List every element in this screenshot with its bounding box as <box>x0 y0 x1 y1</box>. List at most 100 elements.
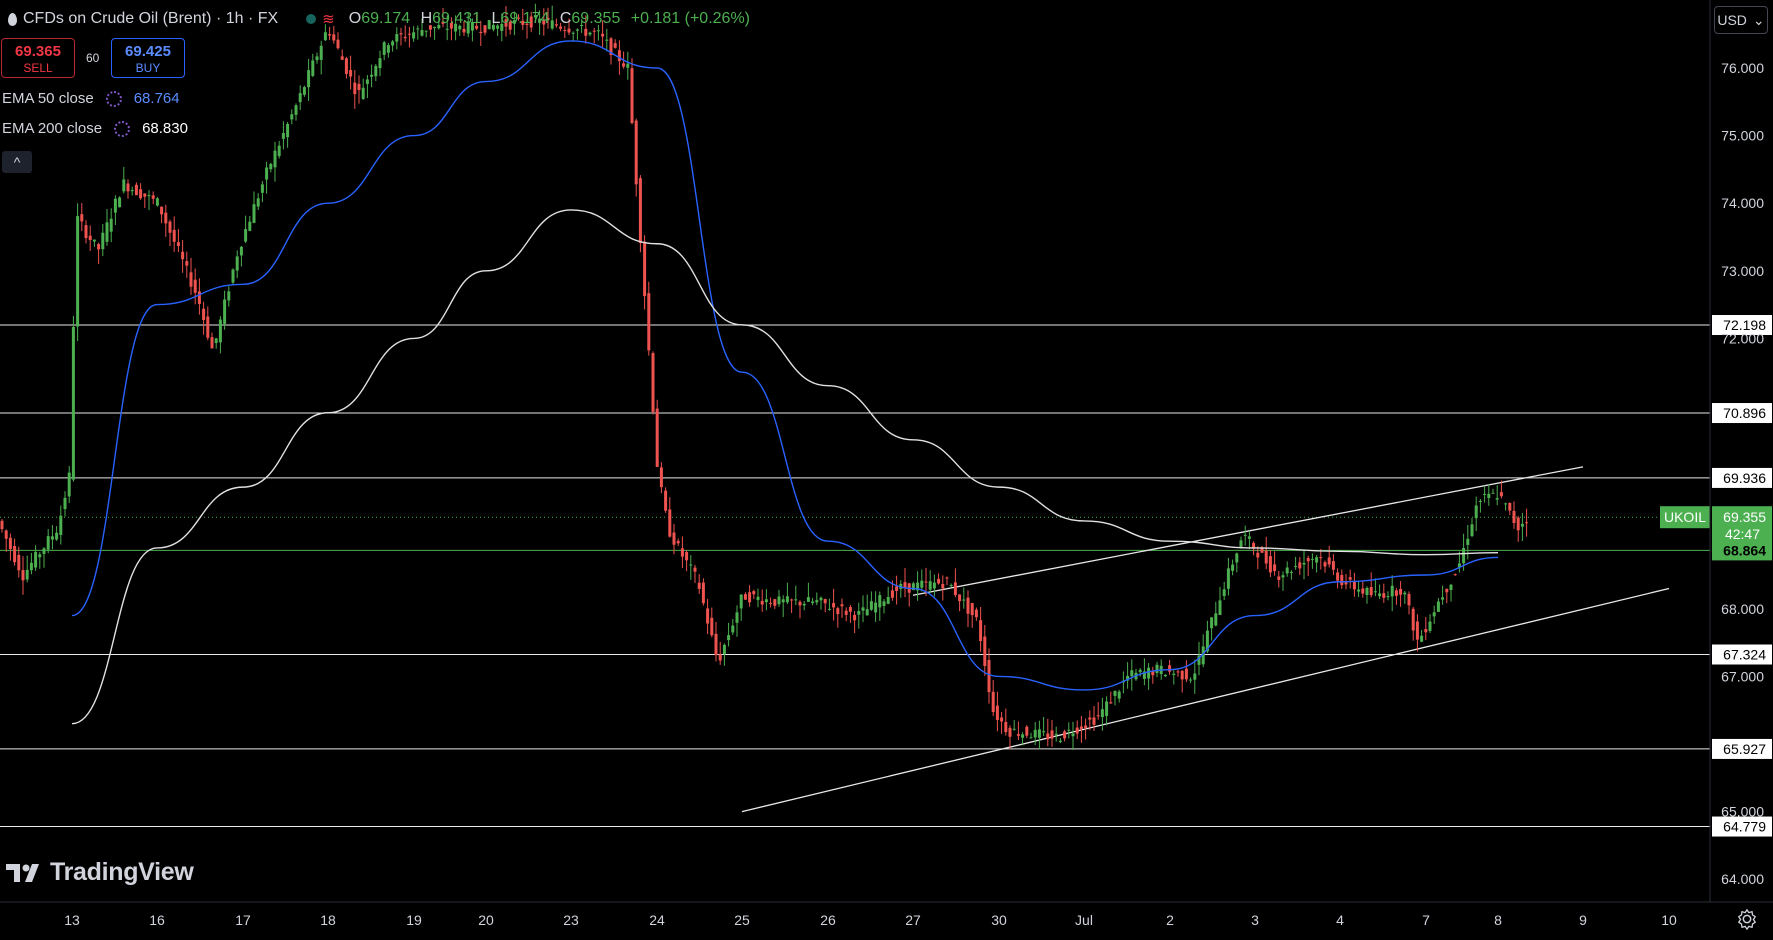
candle <box>1411 606 1415 641</box>
candle-body <box>638 178 642 244</box>
candle <box>118 196 122 208</box>
candle <box>1483 485 1487 503</box>
candle <box>949 583 953 588</box>
candle-body <box>4 530 8 539</box>
candle <box>706 598 710 635</box>
candle <box>1163 674 1167 677</box>
candle-body <box>806 597 810 602</box>
candle <box>197 278 201 315</box>
ema50-value: 68.764 <box>133 90 180 107</box>
currency-selector[interactable]: USD ⌄ <box>1714 6 1768 34</box>
candle <box>336 32 340 50</box>
candle-body <box>235 256 239 271</box>
candle-body <box>319 45 323 60</box>
candle-body <box>895 586 899 592</box>
x-tick-label: 4 <box>1336 912 1344 928</box>
symbol-title[interactable]: CFDs on Crude Oil (Brent) · 1h · FX <box>23 10 278 28</box>
candle-body <box>676 540 680 544</box>
candle-body <box>865 609 869 616</box>
collapse-legend-button[interactable]: ^ <box>2 151 32 173</box>
candle-body <box>155 198 159 206</box>
candle <box>273 141 277 182</box>
candle-body <box>777 596 781 605</box>
candle-body <box>819 597 823 601</box>
candle <box>185 251 189 278</box>
candle-body <box>953 582 957 596</box>
sell-button[interactable]: 69.365 SELL <box>1 38 75 78</box>
candle <box>764 589 768 611</box>
candle <box>974 607 978 621</box>
candle-body <box>718 654 722 661</box>
candle-body <box>113 198 117 213</box>
candle-body <box>1499 492 1503 497</box>
candle <box>806 582 810 602</box>
candle <box>1470 518 1474 538</box>
candle <box>878 591 882 621</box>
candle <box>773 598 777 609</box>
chevron-down-icon: ⌄ <box>1752 11 1765 28</box>
candle <box>727 622 731 647</box>
candle <box>1457 551 1461 573</box>
candle-body <box>80 214 84 222</box>
candle-body <box>1424 629 1428 633</box>
candle <box>1016 721 1020 740</box>
candle-body <box>403 36 407 39</box>
candle <box>1138 668 1142 677</box>
buy-button[interactable]: 69.425 BUY <box>111 38 185 78</box>
candle-body <box>987 659 991 693</box>
candle-body <box>8 537 12 550</box>
candle-body <box>1222 589 1226 597</box>
candle <box>155 197 159 207</box>
candle <box>1260 545 1264 554</box>
candle <box>189 257 193 295</box>
price-chart[interactable]: 72.19870.89669.93667.32465.92764.779UKOI… <box>0 0 1773 940</box>
candle <box>953 568 957 598</box>
data-flag-icon[interactable]: ≋ <box>322 10 335 28</box>
gear-icon[interactable] <box>1736 908 1758 930</box>
candle <box>1201 634 1205 668</box>
ema50-legend[interactable]: EMA 50 close 68.764 <box>2 90 180 107</box>
candle <box>1390 575 1394 612</box>
candle-body <box>370 74 374 77</box>
candle-body <box>311 60 315 76</box>
candle-body <box>689 564 693 566</box>
candle <box>1105 696 1109 726</box>
candle <box>802 600 806 611</box>
candle-body <box>286 123 290 138</box>
candle <box>836 606 840 628</box>
candle-body <box>277 145 281 157</box>
candle <box>374 64 378 82</box>
candle-body <box>869 601 873 610</box>
candle <box>1352 572 1356 597</box>
candle <box>697 574 701 594</box>
candle <box>290 109 294 125</box>
candle <box>739 594 743 621</box>
candle <box>260 180 264 203</box>
candle-body <box>1050 730 1054 739</box>
candle <box>882 599 886 614</box>
candle <box>357 75 361 104</box>
candle-body <box>1399 588 1403 595</box>
chevron-up-icon: ^ <box>13 154 21 170</box>
candle-body <box>1021 734 1025 738</box>
candle <box>8 533 12 561</box>
market-status-icon[interactable] <box>306 14 317 24</box>
candle <box>382 40 386 61</box>
candle-body <box>1344 582 1348 585</box>
candle <box>1256 546 1260 570</box>
candle-body <box>239 246 243 256</box>
candle <box>13 538 17 566</box>
candle <box>1176 669 1180 677</box>
candle-body <box>571 32 575 34</box>
candle <box>1382 583 1386 603</box>
y-tick-label: 72.000 <box>1721 330 1764 346</box>
x-tick-label: 30 <box>991 912 1007 928</box>
candle <box>827 598 831 611</box>
tradingview-logo[interactable]: TradingView <box>6 858 194 887</box>
candle-body <box>1138 669 1142 673</box>
candle-body <box>71 326 75 480</box>
candle <box>1512 501 1516 529</box>
ema200-legend[interactable]: EMA 200 close 68.830 <box>2 120 188 137</box>
candle-body <box>265 167 269 180</box>
candle-body <box>143 193 147 197</box>
